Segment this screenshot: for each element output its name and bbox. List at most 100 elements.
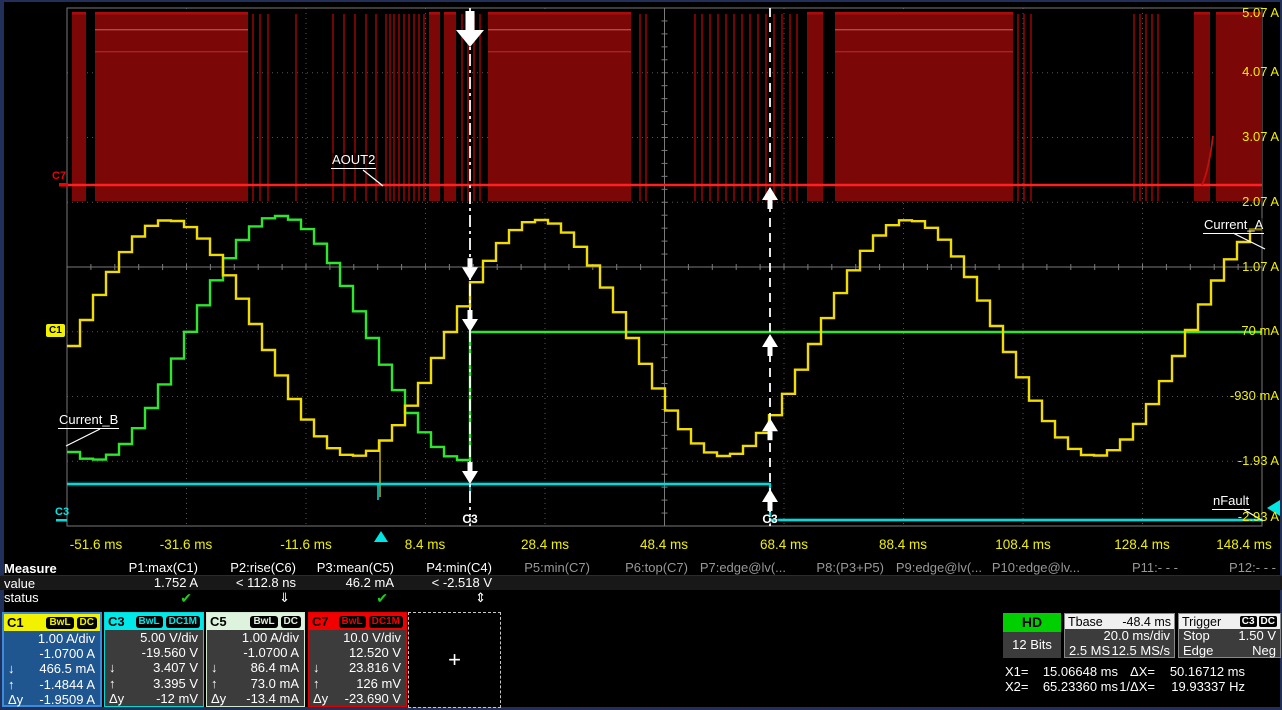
- y-axis-label: -2.93 A: [1221, 510, 1279, 524]
- measure-p11[interactable]: P11:- - -: [1082, 561, 1178, 575]
- waveform-display[interactable]: [0, 0, 1282, 556]
- channel-box-c1[interactable]: C1 BwL DC 1.00 A/div -1.0700 A ↓466.5 mA…: [2, 612, 102, 707]
- c7-zero-marker[interactable]: C7: [52, 170, 66, 182]
- bandwidth-limit-badge: BwL: [339, 616, 366, 628]
- delta-y-icon: Δy: [109, 691, 124, 706]
- measure-p6[interactable]: P6:top(C7): [592, 561, 688, 575]
- timebase-scale: 20.0 ms/div: [1104, 629, 1170, 644]
- c1-cursor-min: -1.4844 A: [39, 677, 95, 692]
- red-burst: [95, 12, 248, 201]
- red-burst: [1216, 12, 1262, 201]
- coupling-badge: DC1M: [166, 616, 200, 628]
- coupling-badge: DC: [281, 616, 301, 628]
- measure-status-row: status ✔ ⇓ ✔ ⇕: [0, 590, 1282, 606]
- measure-p3[interactable]: P3:mean(C5): [298, 561, 394, 575]
- x2-value: 65.23360 ms: [1023, 680, 1118, 694]
- red-burst: [72, 12, 86, 201]
- measure-row-title: Measure: [4, 561, 57, 576]
- c7-cursor-min: 126 mV: [356, 676, 401, 691]
- c3-delta-y: -12 mV: [156, 691, 198, 706]
- x-axis-label: -51.6 ms: [51, 537, 141, 552]
- trigger-type: Edge: [1183, 644, 1213, 659]
- cursor-min-icon: ↑: [313, 676, 320, 691]
- add-trace-box[interactable]: +: [408, 612, 501, 708]
- channel-c1-header[interactable]: C1 BwL DC: [4, 614, 100, 631]
- timebase-samples: 2.5 MS: [1069, 644, 1110, 659]
- c3-offset: -19.560 V: [142, 645, 198, 660]
- c5-cursor-min: 73.0 mA: [251, 676, 299, 691]
- c1-delta-y: -1.9509 A: [39, 692, 95, 707]
- measure-p2-value: < 112.8 ns: [200, 576, 296, 590]
- timebase-title: Tbase: [1068, 615, 1103, 629]
- c7-delta-y: -23.690 V: [345, 691, 401, 706]
- trace-label-current-b: Current_B: [58, 413, 119, 429]
- x-axis-label: -31.6 ms: [141, 537, 231, 552]
- channel-box-c7[interactable]: C7 BwL DC1M 10.0 V/div 12.520 V ↓23.816 …: [308, 612, 407, 707]
- c3-cursor-min: 3.395 V: [153, 676, 198, 691]
- measure-p5[interactable]: P5:min(C7): [494, 561, 590, 575]
- x-axis-label: 108.4 ms: [978, 537, 1068, 552]
- trigger-title: Trigger: [1182, 615, 1221, 629]
- coupling-badge: DC1M: [369, 616, 403, 628]
- status-check-icon: ✔: [102, 590, 198, 606]
- trace-label-nfault: nFault: [1212, 494, 1250, 510]
- red-burst: [835, 12, 1013, 201]
- x-axis-label: 8.4 ms: [380, 537, 470, 552]
- x-axis-label: 28.4 ms: [500, 537, 590, 552]
- cursor1-tag[interactable]: C3: [457, 512, 483, 526]
- cursor2-tag[interactable]: C3: [757, 512, 783, 526]
- cursor-max-icon: ↓: [211, 660, 218, 675]
- cursor-max-icon: ↓: [313, 660, 320, 675]
- channel-box-c5[interactable]: C5 BwL DC 1.00 A/div -1.0700 A ↓86.4 mA …: [206, 612, 305, 707]
- measure-p4-value: < -2.518 V: [396, 576, 492, 590]
- hd-bits-label: 12 Bits: [1003, 632, 1061, 658]
- delta-y-icon: Δy: [211, 691, 226, 706]
- x-axis-label: 48.4 ms: [619, 537, 709, 552]
- trigger-mode: Stop: [1183, 629, 1210, 644]
- measure-p4[interactable]: P4:min(C4): [396, 561, 492, 575]
- red-burst: [429, 12, 440, 201]
- measure-p2[interactable]: P2:rise(C6): [200, 561, 296, 575]
- trigger-slope: Neg: [1252, 644, 1276, 659]
- y-axis-label: 1.07 A: [1221, 260, 1279, 274]
- channel-c3-header[interactable]: C3 BwL DC1M: [105, 613, 203, 630]
- c3-zero-marker[interactable]: C3: [55, 506, 69, 518]
- channel-c7-header[interactable]: C7 BwL DC1M: [309, 613, 406, 630]
- hd-mode-label: HD: [1003, 613, 1061, 632]
- delta-y-icon: Δy: [313, 691, 328, 706]
- c3-cursor-max: 3.407 V: [153, 660, 198, 675]
- measure-p12[interactable]: P12:- - -: [1180, 561, 1276, 575]
- channel-c5-header[interactable]: C5 BwL DC: [207, 613, 304, 630]
- coupling-badge: DC: [77, 617, 97, 629]
- measure-p9[interactable]: P9:edge@lv(...: [886, 561, 982, 575]
- c7-cursor-max: 23.816 V: [349, 660, 401, 675]
- cursor-readout-row2: X2= 65.23360 ms 1/ΔX= 19.93337 Hz: [1005, 680, 1282, 694]
- y-axis-label: -930 mA: [1221, 389, 1279, 403]
- cursor-readout-row1: X1= 15.06648 ms ΔX= 50.16712 ms: [1005, 665, 1282, 679]
- bandwidth-limit-badge: BwL: [250, 616, 277, 628]
- trace-label-current-a: Current_A: [1203, 218, 1264, 234]
- measure-p8[interactable]: P8:(P3+P5): [788, 561, 884, 575]
- y-axis-label: 4.07 A: [1221, 65, 1279, 79]
- cursor-min-icon: ↑: [8, 677, 15, 692]
- measure-label-row: Measure P1:max(C1) P2:rise(C6) P3:mean(C…: [0, 561, 1282, 575]
- x-axis-label: 148.4 ms: [1199, 537, 1282, 552]
- y-axis-label: -1.93 A: [1221, 454, 1279, 468]
- trace-label-aout2: AOUT2: [331, 153, 376, 169]
- c1-zero-marker[interactable]: C1: [46, 324, 65, 337]
- measure-p10[interactable]: P10:edge@lv...: [984, 561, 1080, 575]
- timebase-box[interactable]: Tbase -48.4 ms 20.0 ms/div 2.5 MS 12.5 M…: [1064, 613, 1175, 658]
- c1-scale: 1.00 A/div: [38, 631, 95, 646]
- measure-p7[interactable]: P7:edge@lv(...: [690, 561, 786, 575]
- measure-value-title: value: [4, 576, 35, 591]
- x-axis-label: 68.4 ms: [739, 537, 829, 552]
- c1-cursor-max: 466.5 mA: [39, 661, 95, 676]
- channel-box-c3[interactable]: C3 BwL DC1M 5.00 V/div -19.560 V ↓3.407 …: [104, 612, 204, 707]
- trigger-coupling-badge: DC: [1259, 616, 1277, 627]
- trigger-box[interactable]: Trigger C3 DC Stop 1.50 V Edge Neg: [1178, 613, 1281, 658]
- measure-p1[interactable]: P1:max(C1): [102, 561, 198, 575]
- y-axis-label: 5.07 A: [1221, 6, 1279, 20]
- c7-offset: 12.520 V: [349, 645, 401, 660]
- acquisition-box[interactable]: HD 12 Bits: [1003, 613, 1061, 658]
- plus-icon: +: [448, 647, 461, 673]
